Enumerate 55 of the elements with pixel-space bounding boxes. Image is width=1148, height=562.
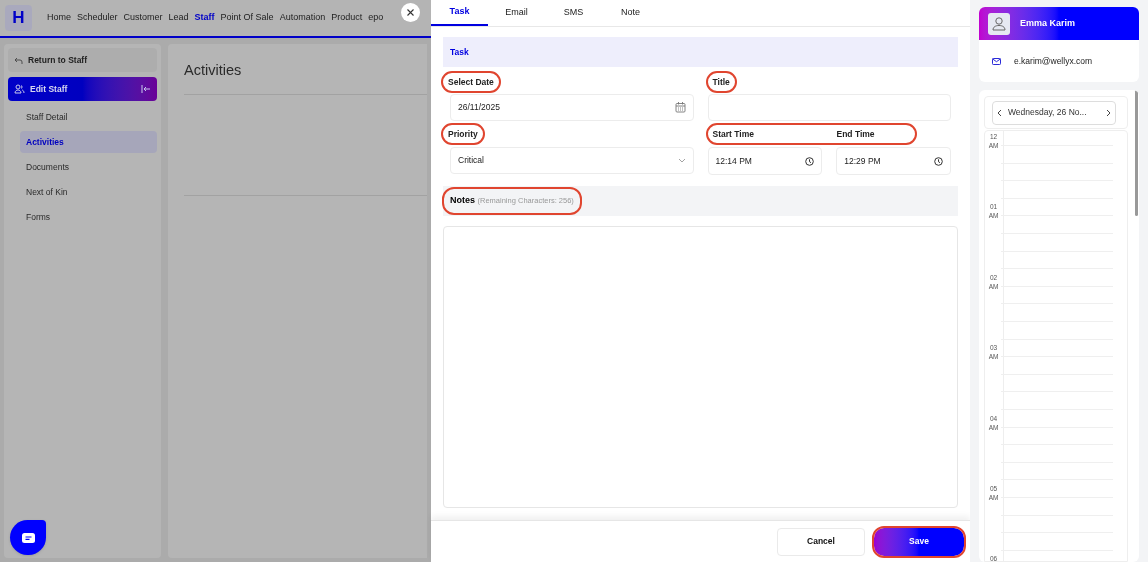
clock-icon — [805, 156, 815, 166]
nav-link[interactable]: Staff — [194, 11, 215, 25]
contact-name: Emma Karim — [1020, 16, 1076, 30]
nav-link[interactable]: Lead — [168, 11, 189, 25]
notes-field[interactable] — [443, 226, 958, 508]
close-icon — [407, 9, 414, 16]
field-label: Priority — [443, 124, 483, 144]
field-label: Start Time — [711, 127, 755, 141]
sidebar-item[interactable]: Activities — [20, 131, 157, 153]
section-header: Task — [443, 37, 958, 67]
user-avatar-icon — [988, 12, 1010, 35]
chevron-down-icon — [677, 158, 686, 163]
priority-dropdown[interactable]: Critical — [450, 147, 694, 174]
time-field[interactable]: 12:29 PM — [836, 147, 951, 175]
return-button[interactable]: Return to Staff — [8, 48, 157, 72]
collapse-icon[interactable] — [141, 85, 151, 93]
page-title: Activities — [184, 61, 243, 80]
mail-icon — [992, 57, 1001, 65]
sidebar-item[interactable]: Documents — [20, 156, 157, 178]
time-field[interactable]: 12:14 PM — [707, 147, 823, 175]
chevron-left-icon[interactable] — [997, 108, 1002, 117]
title-field[interactable] — [707, 94, 951, 121]
sidebar-item[interactable]: Next of Kin — [20, 181, 157, 203]
nav-link[interactable]: Product — [331, 11, 363, 25]
clock-icon — [934, 156, 943, 166]
sidebar-item[interactable]: Forms — [20, 206, 157, 228]
field-label: End Time — [836, 127, 875, 141]
nav-link[interactable]: Scheduler — [77, 11, 118, 25]
field-label: Title — [707, 72, 735, 92]
nav-link[interactable]: Point Of Sale — [220, 11, 274, 25]
cancel-button[interactable]: Cancel — [777, 527, 865, 556]
sidebar-item[interactable]: Staff Detail — [20, 106, 157, 128]
tab[interactable]: SMS — [545, 0, 602, 26]
save-button[interactable]: Save — [874, 527, 964, 556]
field-label: Select Date — [443, 72, 499, 92]
tab[interactable]: Email — [488, 0, 545, 26]
tab[interactable]: Task — [431, 0, 488, 26]
users-icon — [14, 84, 25, 94]
calendar-icon[interactable] — [674, 102, 686, 113]
logo[interactable]: H — [5, 5, 32, 31]
date-field[interactable]: 26/11/2025 — [450, 94, 694, 121]
nav-link[interactable]: epo — [368, 11, 384, 25]
calendar-date: Wednesday, 26 No... — [1008, 106, 1088, 119]
date-navigator[interactable]: Wednesday, 26 No... — [992, 100, 1116, 125]
tab[interactable]: Note — [602, 0, 659, 26]
nav-link[interactable]: Home — [47, 11, 71, 25]
contact-email: e.karim@wellyx.com — [1014, 54, 1093, 68]
nav-link[interactable]: Customer — [123, 11, 163, 25]
nav-link[interactable]: Automation — [279, 11, 326, 25]
scrollbar-thumb[interactable] — [1134, 90, 1138, 216]
section-title: Edit Staff — [30, 82, 69, 96]
return-arrow-icon — [14, 56, 23, 64]
edit-staff-header[interactable]: Edit Staff — [8, 77, 157, 101]
chevron-right-icon[interactable] — [1106, 108, 1111, 117]
chat-icon — [21, 532, 35, 543]
